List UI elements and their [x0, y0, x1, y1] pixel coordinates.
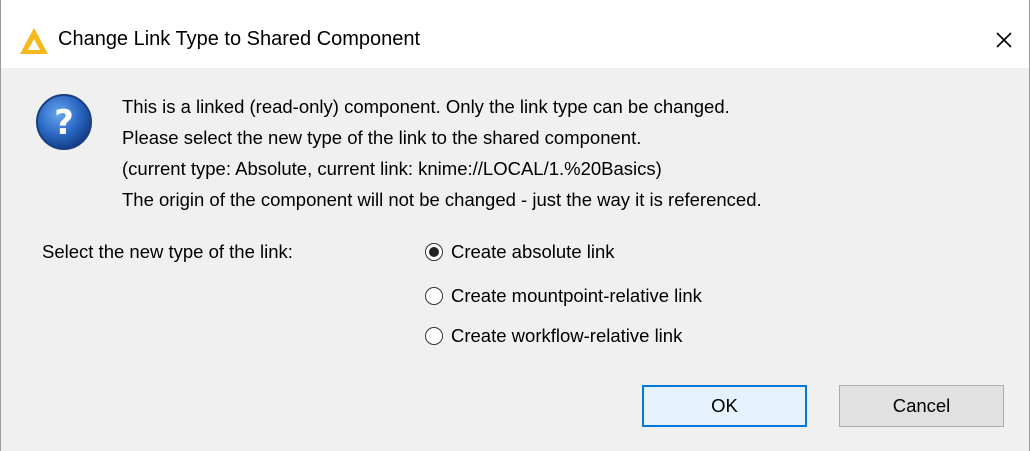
cancel-button[interactable]: Cancel [839, 385, 1004, 427]
radio-label: Create workflow-relative link [451, 325, 683, 346]
radio-label: Create mountpoint-relative link [451, 285, 702, 306]
message-line: The origin of the component will not be … [122, 189, 762, 210]
message-line: Please select the new type of the link t… [122, 127, 642, 148]
ok-button[interactable]: OK [642, 385, 807, 427]
message-line: (current type: Absolute, current link: k… [122, 158, 662, 179]
radio-option-mountpoint-relative[interactable]: Create mountpoint-relative link [425, 283, 702, 309]
radio-option-workflow-relative[interactable]: Create workflow-relative link [425, 323, 682, 349]
message-line: This is a linked (read-only) component. … [122, 96, 730, 117]
close-button[interactable] [979, 18, 1029, 62]
radio-label: Create absolute link [451, 241, 615, 262]
knime-logo-icon [20, 28, 48, 54]
radio-button[interactable] [425, 327, 443, 345]
window-title: Change Link Type to Shared Component [58, 28, 421, 50]
svg-text:?: ? [54, 103, 74, 143]
radio-button-selected[interactable] [425, 243, 443, 261]
title-bar: Change Link Type to Shared Component [1, 0, 1029, 68]
radio-button[interactable] [425, 287, 443, 305]
change-link-type-dialog: Change Link Type to Shared Component ? T… [0, 0, 1030, 451]
link-type-label: Select the new type of the link: [42, 241, 293, 262]
message-text: This is a linked (read-only) component. … [122, 91, 762, 215]
close-icon [996, 32, 1012, 48]
radio-option-absolute[interactable]: Create absolute link [425, 239, 615, 265]
question-icon: ? [36, 94, 92, 150]
